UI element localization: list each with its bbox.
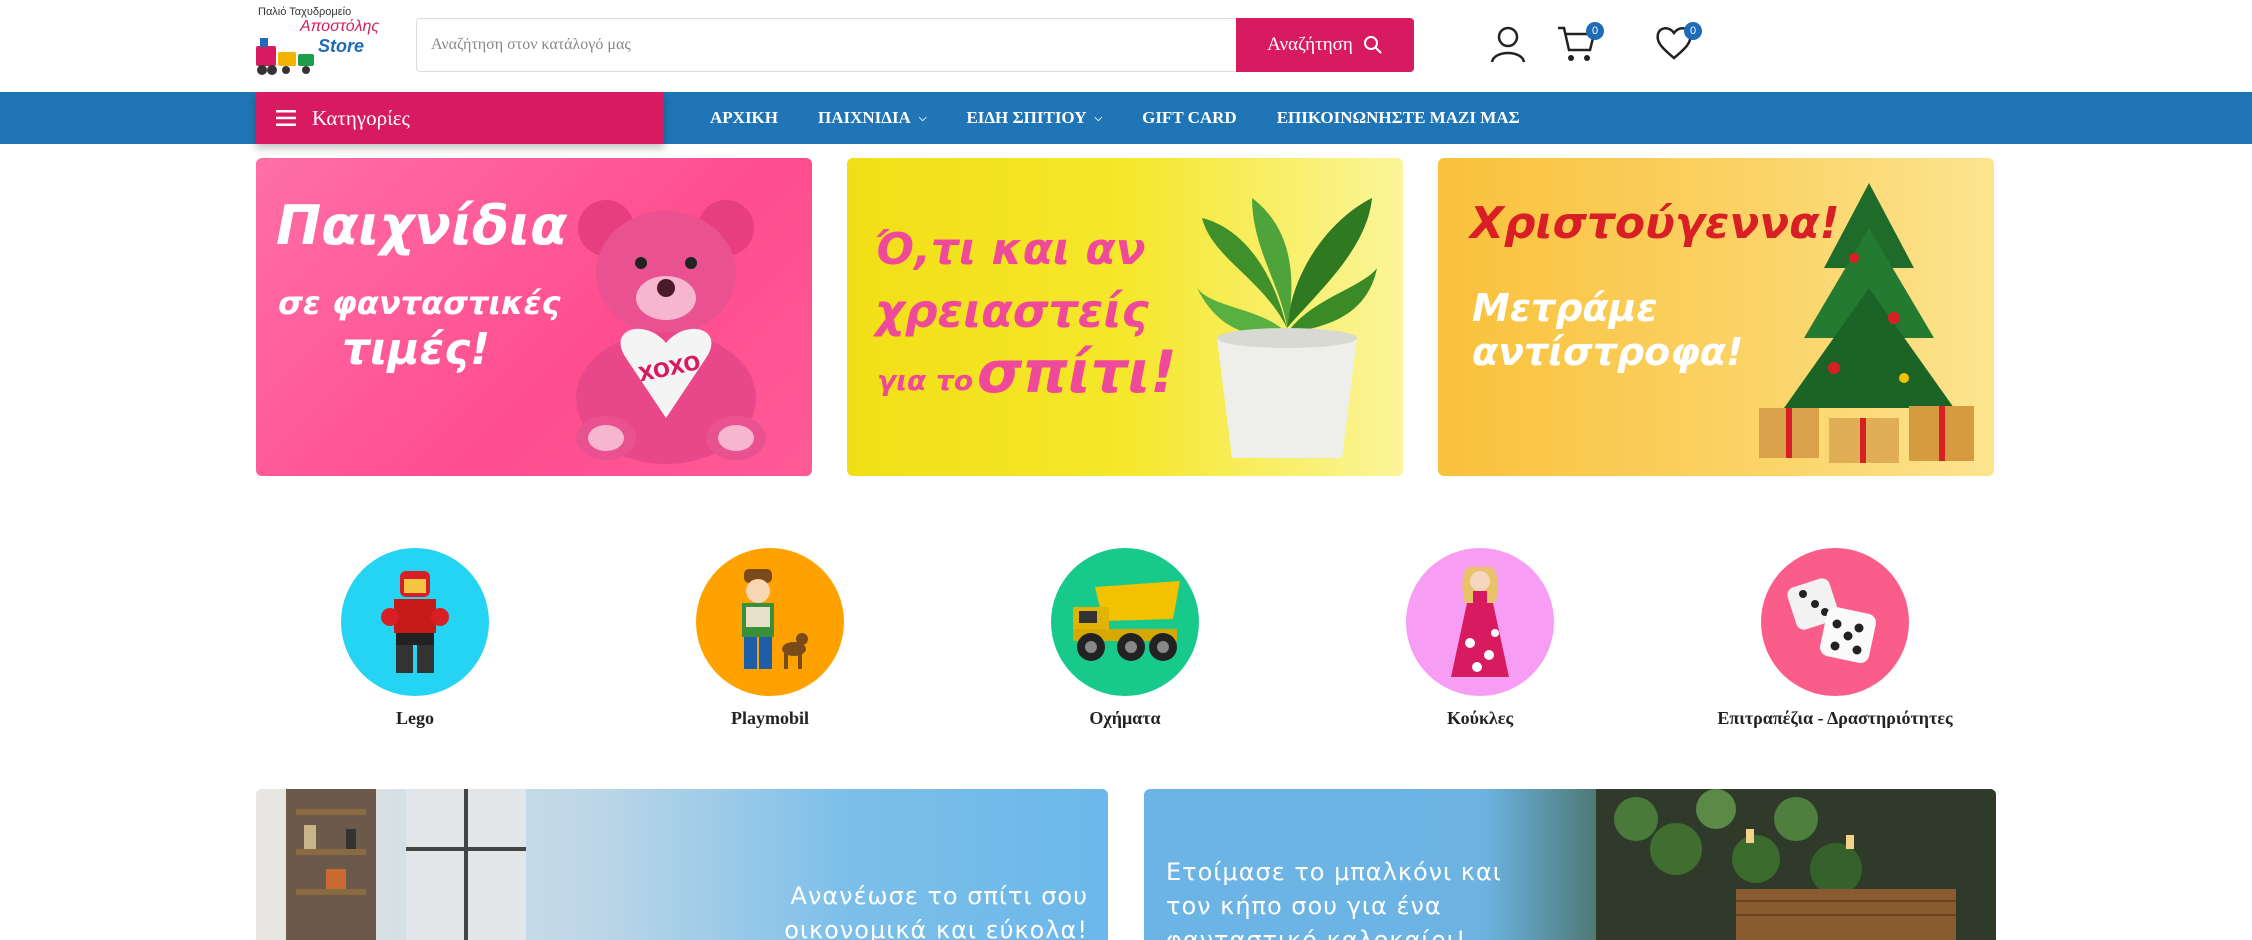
banner-christmas-line3: αντίστροφα! <box>1472 330 1744 374</box>
garden-balcony-image <box>1596 789 1996 940</box>
banner-christmas[interactable]: Χριστούγεννα! Μετράμε αντίστροφα! <box>1438 158 1994 476</box>
banner-home-renovation-line1: Ανανέωσε το σπίτι σου <box>790 882 1088 910</box>
nav-link-contact[interactable]: ΕΠΙΚΟΙΝΩΝΗΣΤΕ ΜΑΖΙ ΜΑΣ <box>1257 108 1540 128</box>
playmobil-figure-icon <box>742 569 808 669</box>
category-vehicles[interactable]: Οχήματα <box>995 548 1255 729</box>
banner-garden-text: Ετοίμασε το μπαλκόνι και τον κήπο σου γι… <box>1166 855 1502 940</box>
nav-link-label: ΑΡΧΙΚΗ <box>710 108 778 127</box>
dump-truck-icon <box>1073 581 1180 661</box>
category-playmobil[interactable]: Playmobil <box>640 548 900 729</box>
chevron-down-icon: ⌵ <box>918 112 927 124</box>
banner-christmas-line2: Μετράμε <box>1472 286 1658 330</box>
category-label: Κούκλες <box>1446 708 1514 728</box>
banner-toys-line3: τιμές! <box>342 324 491 375</box>
category-board-games[interactable]: Επιτραπέζια - Δραστηριότητες <box>1705 548 1965 729</box>
banner-garden-line1: Ετοίμασε το μπαλκόνι και <box>1166 858 1502 886</box>
account-button[interactable] <box>1488 24 1532 68</box>
site-header: Παλιό Ταχυδρομείο Αποστόλης Store Αναζήτ… <box>0 0 2252 92</box>
category-label: Lego <box>396 708 434 728</box>
category-label: Playmobil <box>730 708 809 728</box>
logo-store: Store <box>318 36 365 56</box>
categories-menu-button[interactable]: Κατηγορίες <box>256 92 664 144</box>
living-room-image <box>286 789 526 940</box>
hamburger-icon <box>276 110 296 126</box>
nav-link-label: ΕΙΔΗ ΣΠΙΤΙΟΥ <box>966 108 1087 127</box>
category-label: Επιτραπέζια - Δραστηριότητες <box>1717 708 1953 728</box>
potted-plant-image <box>1197 198 1377 458</box>
christmas-tree-image <box>1759 183 1974 463</box>
category-lego[interactable]: Lego <box>285 548 545 729</box>
search-button[interactable]: Αναζήτηση <box>1236 18 1414 72</box>
category-dolls[interactable]: Κούκλες <box>1350 548 1610 729</box>
nav-link-home[interactable]: ΑΡΧΙΚΗ <box>690 108 798 128</box>
banner-home-line3b: σπίτι! <box>977 338 1177 406</box>
wishlist-count-badge: 0 <box>1684 22 1702 40</box>
logo-top-text: Παλιό Ταχυδρομείο <box>258 6 352 18</box>
banner-home-renovation[interactable]: Ανανέωσε το σπίτι σου οικονομικά και εύκ… <box>256 789 1108 940</box>
dice-icon <box>1787 578 1876 663</box>
search-icon <box>1363 36 1382 54</box>
user-icon <box>1490 26 1526 63</box>
nav-links: ΑΡΧΙΚΗ ΠΑΙΧΝΙΔΙΑ ⌵ ΕΙΔΗ ΣΠΙΤΙΟΥ ⌵ GIFT CAR… <box>690 92 1540 144</box>
cart-button[interactable]: 0 <box>1556 22 1604 68</box>
nav-link-label: ΠΑΙΧΝΙΔΙΑ <box>818 108 911 127</box>
toy-train-icon <box>256 38 314 75</box>
categories-label: Κατηγορίες <box>312 105 410 130</box>
category-board-games-image <box>1761 548 1909 696</box>
lego-figure-icon <box>381 571 449 673</box>
teddy-bear-image: XOXO <box>576 200 766 464</box>
site-logo[interactable]: Παλιό Ταχυδρομείο Αποστόλης Store <box>254 6 384 84</box>
banner-garden[interactable]: Ετοίμασε το μπαλκόνι και τον κήπο σου γι… <box>1144 789 1996 940</box>
banner-home-line2: χρειαστείς <box>875 284 1149 338</box>
nav-link-label: ΕΠΙΚΟΙΝΩΝΗΣΤΕ ΜΑΖΙ ΜΑΣ <box>1276 108 1520 127</box>
doll-icon <box>1451 567 1509 677</box>
banner-toys-line2: σε φανταστικές <box>278 284 561 322</box>
banner-home-line1: Ό,τι και αν <box>875 224 1146 275</box>
banner-toys-title: Παιχνίδια <box>276 194 568 257</box>
banner-home-renovation-text: Ανανέωσε το σπίτι σου οικονομικά και εύκ… <box>778 879 1088 940</box>
main-nav: Κατηγορίες ΑΡΧΙΚΗ ΠΑΙΧΝΙΔΙΑ ⌵ ΕΙΔΗ ΣΠΙΤΙΟ… <box>0 92 2252 144</box>
search-input[interactable] <box>416 18 1236 72</box>
banner-toys[interactable]: Παιχνίδια σε φανταστικές τιμές! XOXO <box>256 158 812 476</box>
banner-home[interactable]: Ό,τι και αν χρειαστείς για το σπίτι! <box>847 158 1403 476</box>
nav-link-home-goods[interactable]: ΕΙΔΗ ΣΠΙΤΙΟΥ ⌵ <box>946 108 1122 128</box>
nav-link-gift-card[interactable]: GIFT CARD <box>1122 108 1257 128</box>
wishlist-button[interactable]: 0 <box>1654 22 1702 68</box>
category-dolls-image <box>1406 548 1554 696</box>
banner-home-renovation-line2: οικονομικά και εύκολα! <box>784 916 1088 940</box>
nav-link-label: GIFT CARD <box>1142 108 1237 127</box>
search-bar: Αναζήτηση <box>416 18 1414 72</box>
cart-count-badge: 0 <box>1586 22 1604 40</box>
banner-garden-line3: φανταστικό καλοκαίρι! <box>1166 926 1467 940</box>
search-button-label: Αναζήτηση <box>1267 34 1353 55</box>
category-label: Οχήματα <box>1089 708 1161 728</box>
banner-garden-line2: τον κήπο σου για ένα <box>1166 892 1442 920</box>
banner-home-line3a: για το <box>877 364 974 397</box>
nav-link-toys[interactable]: ΠΑΙΧΝΙΔΙΑ ⌵ <box>798 108 946 128</box>
chevron-down-icon: ⌵ <box>1094 112 1103 124</box>
category-vehicles-image <box>1051 548 1199 696</box>
category-lego-image <box>341 548 489 696</box>
category-playmobil-image <box>696 548 844 696</box>
